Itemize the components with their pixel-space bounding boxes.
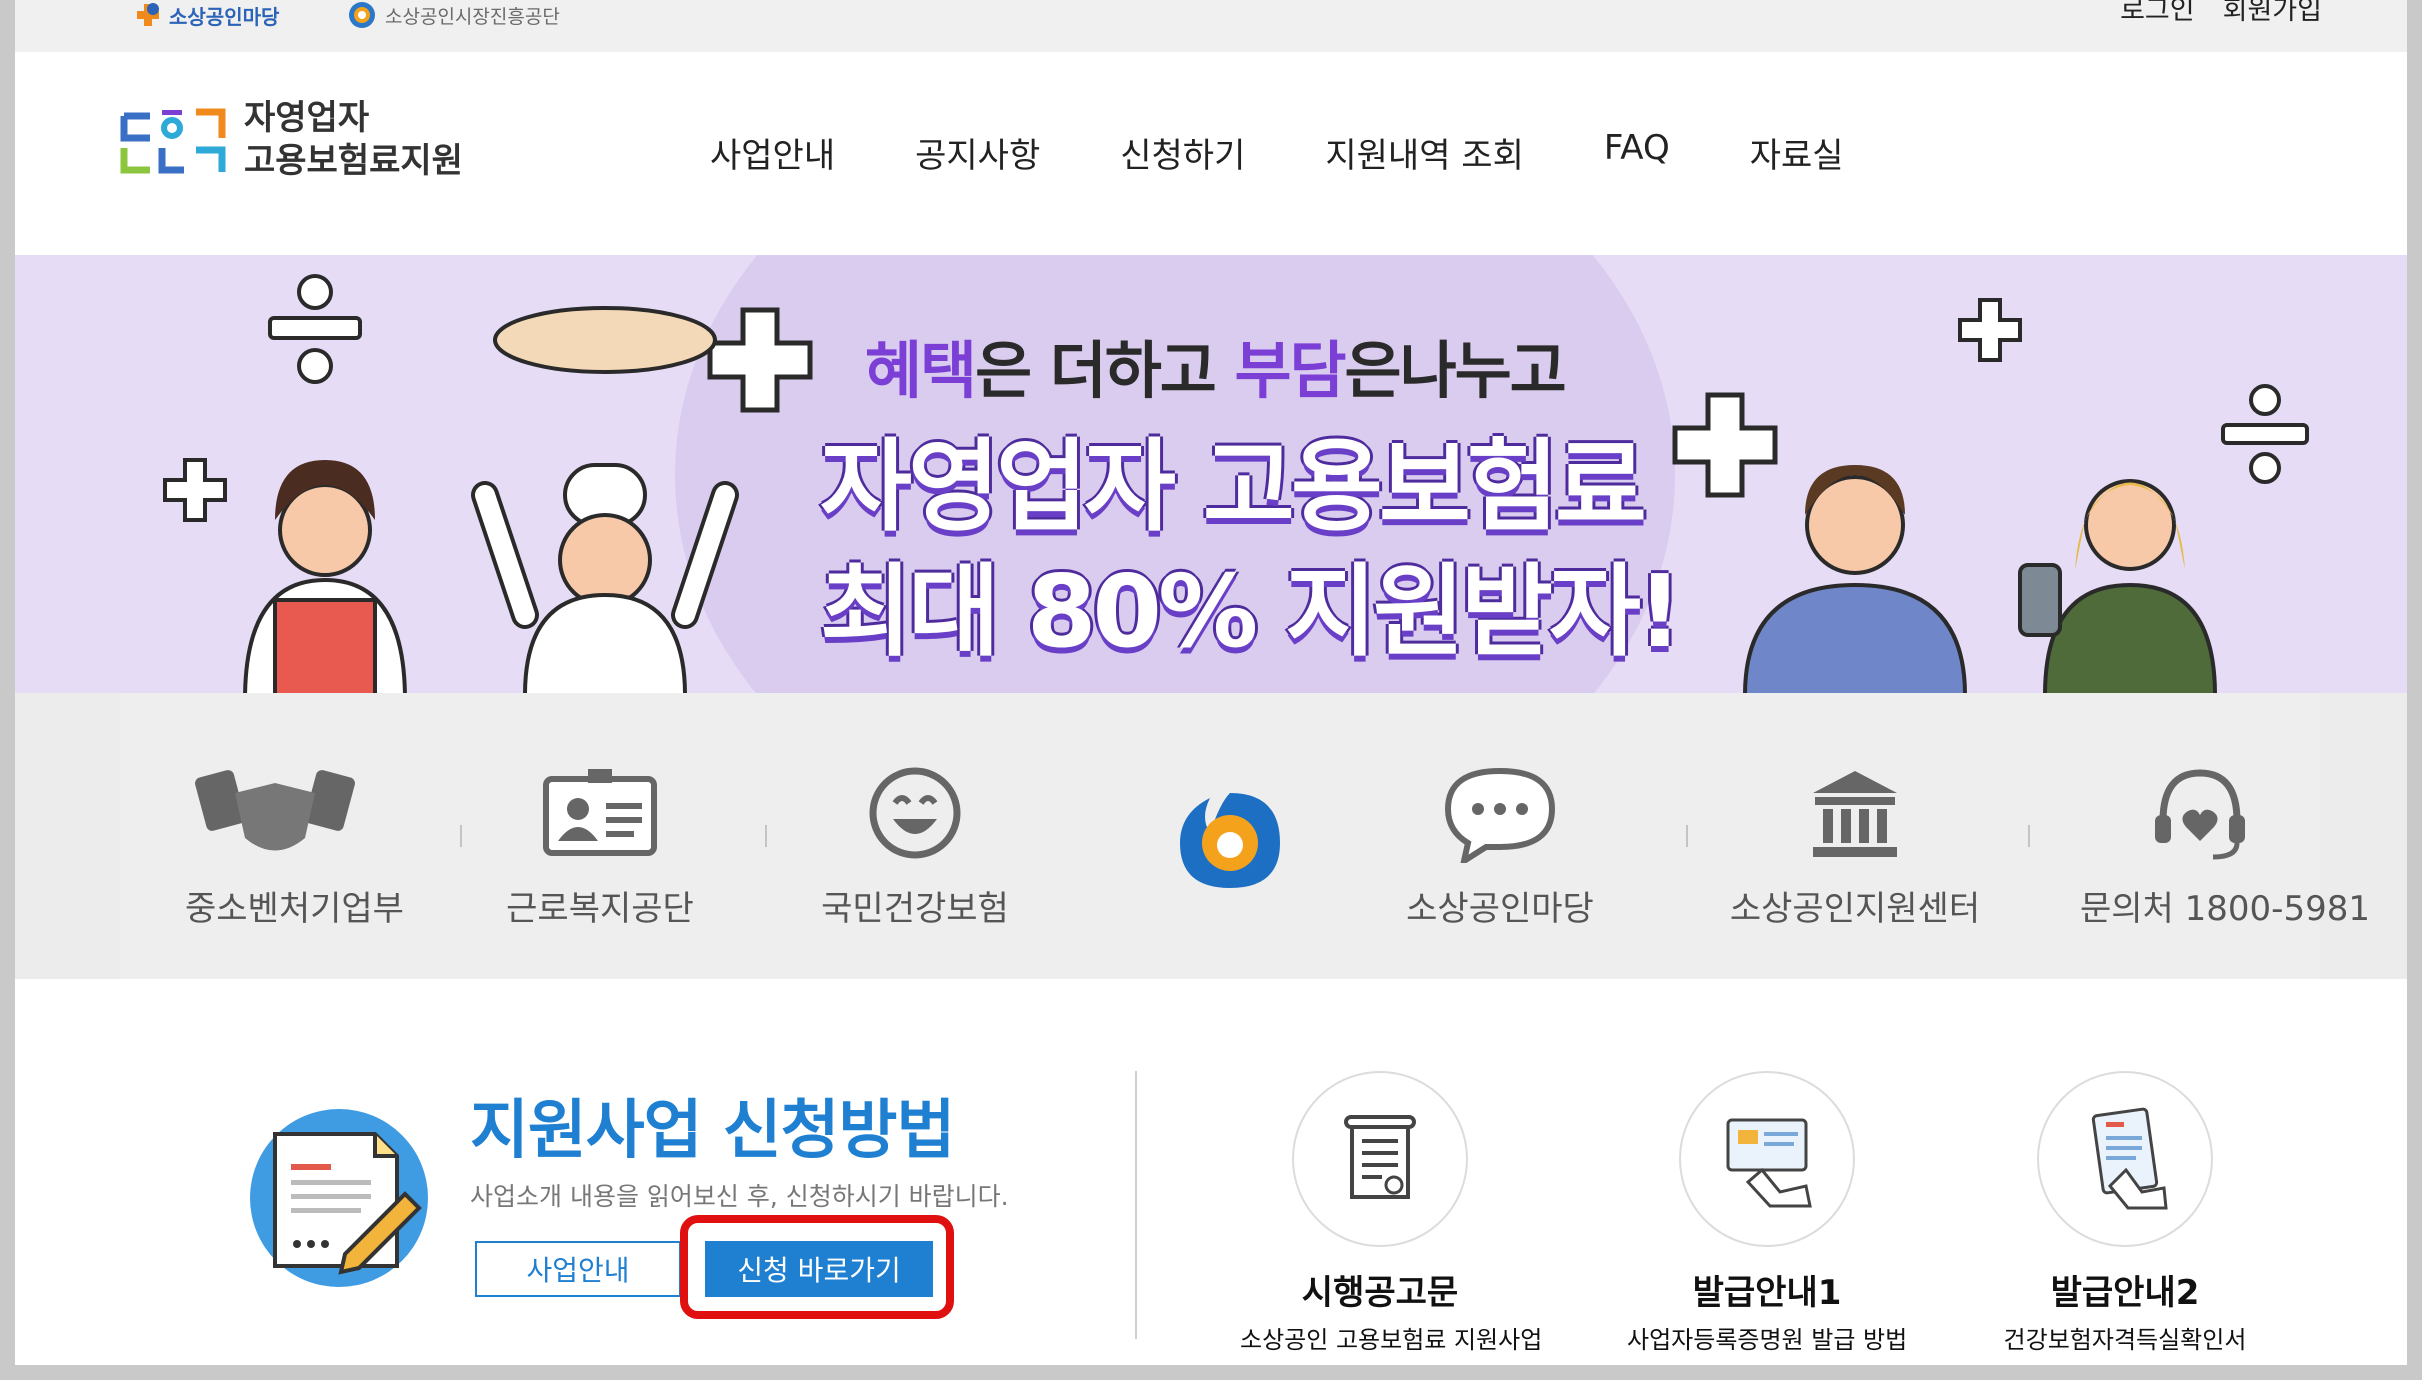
- divide-symbol-icon: [268, 274, 362, 384]
- card-subtitle: 소상공인 고용보험료 지원사업: [1240, 1326, 1543, 1354]
- card-title: 발급안내1: [1692, 1273, 1842, 1313]
- banner-tagline-text: 은나누고: [1344, 334, 1567, 407]
- card-issue-guide-1[interactable]: 발급안내1 사업자등록증명원 발급 방법: [1627, 1071, 1907, 1355]
- nav-item-notices[interactable]: 공지사항: [915, 128, 1040, 177]
- apply-section: 지원사업 신청방법 사업소개 내용을 읽어보신 후, 신청하시기 바랍니다. 사…: [15, 979, 2407, 1365]
- link-label: 소상공인지원센터: [1729, 889, 1981, 929]
- chef-illustration: [471, 306, 739, 693]
- sbiz-logo-icon: [137, 3, 159, 26]
- link-support-center[interactable]: 소상공인지원센터: [1725, 763, 1985, 930]
- site-logo[interactable]: 자영업자 고용보험료지원: [120, 97, 463, 183]
- banner-tagline-highlight: 부담: [1234, 334, 1346, 407]
- link-contact[interactable]: 문의처 1800-5981: [2080, 763, 2370, 930]
- certificate-hand-icon: [1726, 1118, 1812, 1208]
- utility-bar: 소상공인마당 소상공인시장진흥공단 로그인 회원가입: [15, 0, 2407, 53]
- logo-text: 자영업자 고용보험료지원: [244, 97, 463, 183]
- document-pen-icon: [273, 1132, 422, 1275]
- banner-tagline-text: 은 더하고: [975, 334, 1235, 407]
- header: 자영업자 고용보험료지원 사업안내 공지사항 신청하기 지원내역 조회 FAQ …: [15, 52, 2407, 255]
- scroll-document-icon: [1344, 1115, 1416, 1199]
- hero-banner[interactable]: 혜택은 더하고 부담은나누고 자영업자 고용보험료 최대 80% 지원받자!: [15, 255, 2407, 693]
- apply-shortcut-button[interactable]: 신청 바로가기: [705, 1241, 933, 1297]
- related-links-inner: 중소벤처기업부 근로복지공단 국민건강보험 소상공인마당 소상공인지원센터 문의…: [120, 693, 2370, 979]
- nav-item-support-history[interactable]: 지원내역 조회: [1325, 128, 1524, 177]
- barista-illustration: [2018, 479, 2217, 693]
- site-link-sbiz[interactable]: 소상공인마당: [133, 0, 279, 30]
- link-semas[interactable]: [1160, 763, 1300, 931]
- nav-item-archive[interactable]: 자료실: [1750, 128, 1844, 177]
- link-divider: [2028, 825, 2030, 847]
- barber-illustration: [1743, 465, 1967, 693]
- signup-link[interactable]: 회원가입: [2223, 0, 2322, 27]
- card-subtitle: 건강보험자격득실확인서: [2003, 1326, 2247, 1354]
- card-icon-circle: [1292, 1071, 1468, 1247]
- semas-logo-icon: [349, 2, 375, 28]
- headset-icon: [2155, 769, 2245, 860]
- apply-title: 지원사업 신청방법: [470, 1094, 955, 1168]
- card-announcement[interactable]: 시행공고문 소상공인 고용보험료 지원사업: [1240, 1071, 1543, 1355]
- card-title: 시행공고문: [1301, 1273, 1459, 1313]
- card-icon-circle: [2037, 1071, 2213, 1247]
- link-nhis[interactable]: 국민건강보험: [820, 763, 1010, 930]
- banner-tagline-highlight: 혜택: [865, 334, 977, 407]
- link-sbiz[interactable]: 소상공인마당: [1400, 763, 1600, 930]
- card-subtitle: 사업자등록증명원 발급 방법: [1627, 1326, 1908, 1354]
- smile-icon: [869, 767, 961, 859]
- link-label: 국민건강보험: [821, 889, 1009, 929]
- apply-description: 사업소개 내용을 읽어보신 후, 신청하시기 바랍니다.: [470, 1182, 1009, 1211]
- card-title: 발급안내2: [2050, 1273, 2200, 1313]
- logo-line1: 자영업자: [244, 98, 370, 138]
- link-divider: [765, 825, 767, 847]
- plus-symbol-icon: [1958, 298, 2022, 362]
- link-label: 중소벤처기업부: [185, 889, 404, 929]
- phone-document-icon: [2091, 1107, 2168, 1210]
- logo-mark-icon: [120, 108, 226, 174]
- link-divider: [1686, 825, 1688, 847]
- card-icon-circle: [1679, 1071, 1855, 1247]
- link-label: 근로복지공단: [506, 889, 694, 929]
- card-issue-guide-2[interactable]: 발급안내2 건강보험자격득실확인서: [1985, 1071, 2265, 1355]
- building-icon: [1813, 771, 1897, 857]
- section-divider: [1135, 1071, 1137, 1339]
- site-link-label: 소상공인시장진흥공단: [385, 5, 560, 28]
- link-label: 소상공인마당: [1406, 889, 1594, 929]
- page: 소상공인마당 소상공인시장진흥공단 로그인 회원가입 자영업자 고용보험료지원 …: [15, 0, 2407, 1365]
- link-mss[interactable]: 중소벤처기업부: [185, 763, 404, 930]
- login-link[interactable]: 로그인: [2120, 0, 2195, 27]
- link-divider: [460, 825, 462, 847]
- link-comwel[interactable]: 근로복지공단: [505, 763, 695, 930]
- link-label: 문의처 1800-5981: [2080, 889, 2370, 929]
- auth-links: 로그인 회원가입: [2120, 0, 2322, 27]
- chat-bubble-icon: [1444, 767, 1556, 863]
- logo-line2: 고용보험료지원: [244, 141, 463, 181]
- handshake-icon: [195, 770, 355, 851]
- site-link-label: 소상공인마당: [169, 4, 280, 29]
- semas-logo-icon: [1180, 793, 1280, 888]
- banner-headline-line2: 최대 80% 지원받자!: [820, 553, 1683, 670]
- id-card-icon: [543, 769, 657, 856]
- banner-tagline: 혜택은 더하고 부담은나누고: [865, 320, 1567, 410]
- nav-item-business-info[interactable]: 사업안내: [710, 128, 835, 177]
- nav-item-apply[interactable]: 신청하기: [1120, 128, 1245, 177]
- business-info-button[interactable]: 사업안내: [475, 1241, 681, 1297]
- cafe-owner-illustration: [243, 460, 407, 693]
- main-nav: 사업안내 공지사항 신청하기 지원내역 조회 FAQ 자료실: [710, 128, 1924, 177]
- nav-item-faq[interactable]: FAQ: [1604, 128, 1670, 177]
- banner-headline-line1: 자영업자 고용보험료: [820, 428, 1647, 545]
- site-link-semas[interactable]: 소상공인시장진흥공단: [345, 0, 560, 30]
- related-links-bar: 중소벤처기업부 근로복지공단 국민건강보험 소상공인마당 소상공인지원센터 문의…: [15, 693, 2407, 979]
